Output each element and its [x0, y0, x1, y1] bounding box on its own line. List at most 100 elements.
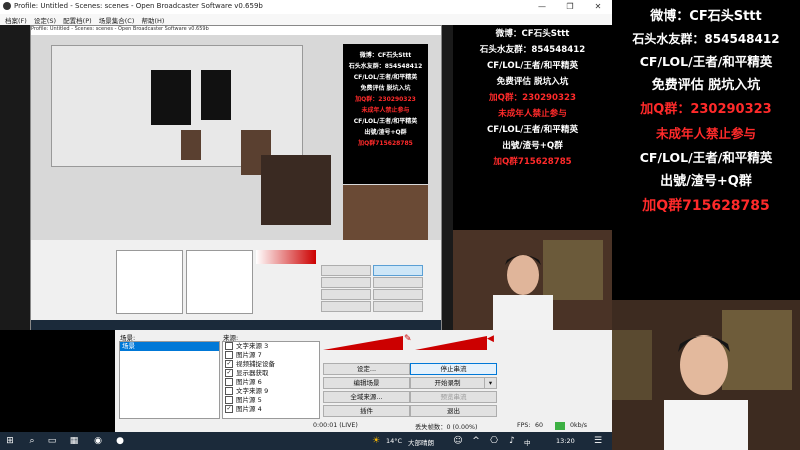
nested-sources-list: [186, 250, 253, 314]
preview-overlay-text: 微博：CF石头Sttt 石头水友群：854548412 CF/LOL/王者/和平…: [479, 29, 586, 167]
taskbar-clock[interactable]: 13:20: [556, 437, 575, 445]
overlay-line-evaluate: 免费评估 脱坑入坑: [651, 78, 761, 93]
nested-preview: 微博：CF石头Sttt 石头水友群：854548412 CF/LOL/王者/和平…: [31, 35, 441, 240]
source-item[interactable]: 文字来源 9: [223, 387, 319, 396]
mic-meter: [323, 336, 403, 350]
overlay-line-account: 出號/渣号+Q群: [660, 174, 752, 189]
speaker-icon[interactable]: ◀: [487, 334, 494, 344]
stream-preview: Profile: Untitled - Scenes: scenes - Ope…: [0, 25, 612, 330]
preview-webcam-image: [453, 230, 612, 330]
title-bar: Profile: Untitled - Scenes: scenes - Ope…: [0, 0, 612, 14]
overlay-line-group: 石头水友群：854548412: [632, 32, 780, 46]
nested-dock: [111, 240, 431, 320]
stop-stream-button[interactable]: 停止串流: [410, 363, 497, 375]
sources-list[interactable]: 文字来源 3 图片源 7 ✓ 视频捕捉设备 ✓ 显示器获取 图片源 6 文字来源 9 图片源 5…: [222, 341, 320, 419]
preview-text-overlay: 微博：CF石头Sttt 石头水友群：854548412 CF/LOL/王者/和平…: [453, 25, 612, 230]
nested-btn-3: [321, 277, 371, 288]
source-label: 视频捕捉设备: [236, 360, 275, 368]
source-checkbox[interactable]: [225, 396, 233, 404]
scenes-list[interactable]: 场景: [119, 341, 220, 419]
obs-window: Profile: Untitled - Scenes: scenes - Ope…: [0, 0, 612, 432]
nested-obs-window: Profile: Untitled - Scenes: scenes - Ope…: [30, 25, 442, 330]
obs-taskbar-icon[interactable]: ●: [114, 435, 126, 447]
source-item[interactable]: 文字来源 3: [223, 342, 319, 351]
file-explorer-icon[interactable]: ▦: [68, 435, 80, 447]
source-checkbox[interactable]: [225, 342, 233, 350]
source-item[interactable]: ✓ 显示器获取: [223, 369, 319, 378]
nested-btn-8: [373, 301, 423, 312]
weather-icon[interactable]: ☀: [370, 435, 382, 447]
mic-icon[interactable]: ✎: [404, 334, 412, 344]
nested-scenes-list: [116, 250, 183, 314]
overlay-line-minor: 未成年人禁止参与: [655, 126, 756, 141]
control-dock: 场景: 来源: 场景 文字来源 3 图片源 7 ✓ 视频捕捉设备 ✓ 显示器获取 图片源 6…: [115, 330, 612, 432]
source-item[interactable]: ✓ 视频捕捉设备: [223, 360, 319, 369]
nested-overlay-1: [151, 70, 191, 125]
fps-label: FPS:: [517, 422, 531, 429]
close-button[interactable]: ✕: [587, 0, 609, 14]
windows-taskbar: ⊞ ⌕ ▭ ▦ ◉ ● ☀ 14°C 大部晴朗 ☺ ^ ⎔ ♪ 中 13:20 …: [0, 432, 612, 450]
nested-meter: [256, 250, 316, 264]
source-label: 显示器获取: [236, 369, 269, 377]
global-sources-button[interactable]: 全域来源...: [323, 391, 410, 403]
scene-item[interactable]: 场景: [120, 342, 219, 351]
nested-btn-2: [373, 265, 423, 276]
nested-btn-1: [321, 265, 371, 276]
menu-help[interactable]: 帮助(H): [141, 15, 164, 25]
nested-cam-1: [181, 130, 201, 160]
start-record-button[interactable]: 开始录制: [410, 377, 485, 389]
dock-left-strip: [0, 330, 115, 432]
menu-settings[interactable]: 设定(S): [34, 15, 56, 25]
source-item[interactable]: 图片源 6: [223, 378, 319, 387]
overlay-line-games-2: CF/LOL/王者/和平精英: [639, 150, 773, 165]
nested-text-overlay: 微博：CF石头Sttt 石头水友群：854548412 CF/LOL/王者/和平…: [343, 44, 428, 184]
dropped-frames: 丢失帧数：0 (0.00%): [415, 424, 478, 431]
edit-scene-button[interactable]: 编辑场景: [323, 377, 410, 389]
task-view-icon[interactable]: ▭: [46, 435, 58, 447]
source-label: 文字来源 3: [236, 342, 269, 350]
weather-text: 大部晴朗: [408, 439, 434, 447]
source-checkbox[interactable]: ✓: [225, 369, 233, 377]
source-checkbox[interactable]: [225, 387, 233, 395]
stream-time: 0:00:01 (LIVE): [313, 422, 358, 429]
nested-btn-5: [321, 289, 371, 300]
source-checkbox[interactable]: [225, 351, 233, 359]
tray-chevron-icon[interactable]: ^: [470, 435, 482, 447]
minimize-button[interactable]: —: [531, 0, 553, 14]
record-dropdown-button[interactable]: ▾: [484, 377, 497, 389]
source-checkbox[interactable]: ✓: [225, 405, 233, 413]
desktop-audio-meter: [415, 336, 487, 350]
overlay-line-qq-2: 加Q群715628785: [642, 198, 770, 214]
source-label: 图片源 6: [236, 378, 262, 386]
plugins-button[interactable]: 插件: [323, 405, 410, 417]
notification-icon[interactable]: ☰: [592, 435, 604, 447]
maximize-button[interactable]: ❐: [559, 0, 581, 14]
preview-webcam: [453, 230, 612, 330]
ime-indicator[interactable]: 中: [524, 437, 531, 447]
nested-btn-7: [321, 301, 371, 312]
search-icon[interactable]: ⌕: [26, 435, 38, 447]
nested-title: Profile: Untitled - Scenes: scenes - Ope…: [31, 26, 441, 35]
menu-profile[interactable]: 配置档(P): [63, 15, 92, 25]
preview-stream-button[interactable]: 预览串流: [410, 391, 497, 403]
menu-scene-collection[interactable]: 场景集合(C): [99, 15, 135, 25]
volume-icon[interactable]: ♪: [506, 435, 518, 447]
source-item[interactable]: 图片源 7: [223, 351, 319, 360]
source-label: 图片源 4: [236, 405, 262, 413]
edge-browser-icon[interactable]: ◉: [92, 435, 104, 447]
network-icon[interactable]: ⎔: [488, 435, 500, 447]
menu-file[interactable]: 档案(F): [5, 15, 27, 25]
exit-button[interactable]: 退出: [410, 405, 497, 417]
people-icon[interactable]: ☺: [452, 435, 464, 447]
overlay-line-qq: 加Q群：230290323: [640, 102, 772, 117]
nested-btn-6: [373, 289, 423, 300]
source-label: 文字来源 9: [236, 387, 269, 395]
windows-start-icon[interactable]: ⊞: [4, 435, 16, 447]
source-item[interactable]: 图片源 5: [223, 396, 319, 405]
overlay-line-games: CF/LOL/王者/和平精英: [639, 54, 773, 69]
nested-webcam: [343, 185, 428, 240]
source-checkbox[interactable]: [225, 378, 233, 386]
source-checkbox[interactable]: ✓: [225, 360, 233, 368]
source-item[interactable]: ✓ 图片源 4: [223, 405, 319, 414]
settings-button[interactable]: 设定...: [323, 363, 410, 375]
